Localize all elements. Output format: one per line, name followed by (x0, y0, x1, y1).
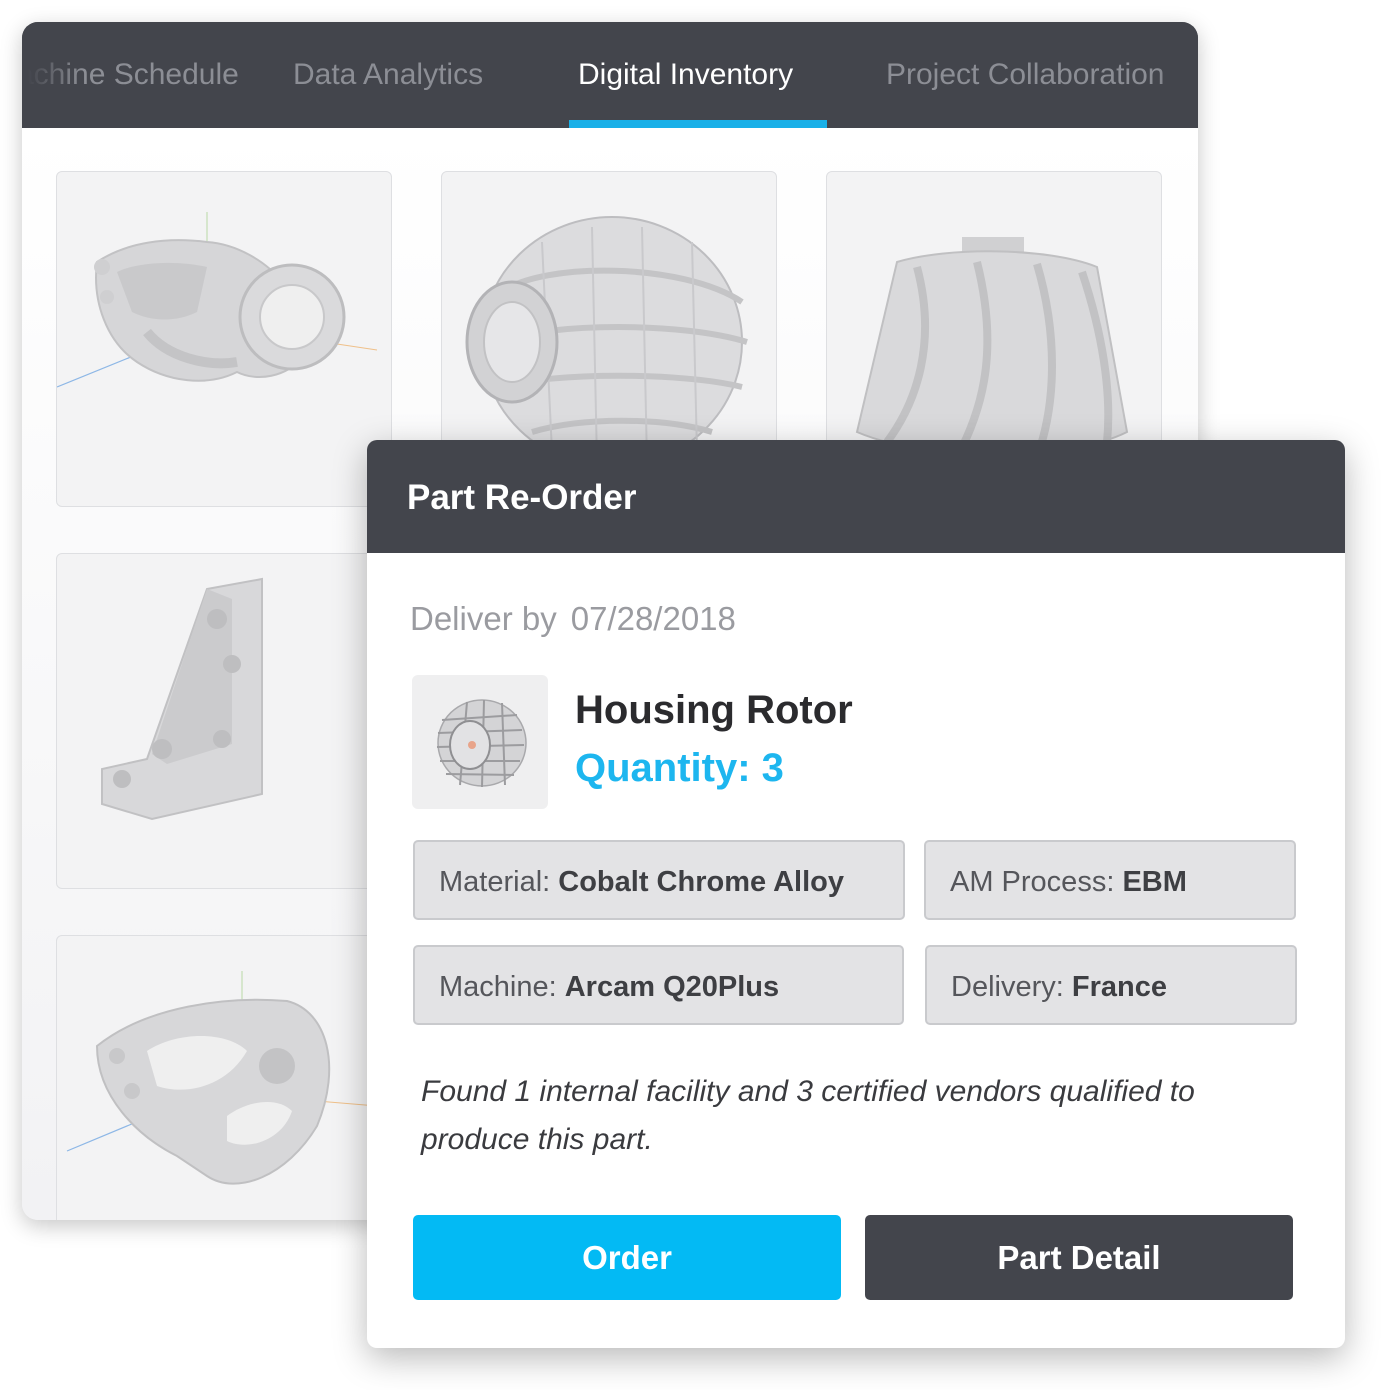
delivery-label: Delivery: (951, 971, 1064, 1003)
deliver-by-label: Deliver by (410, 600, 557, 637)
tab-bar: Machine Schedule Data Analytics Digital … (22, 22, 1198, 128)
housing-rotor-icon (436, 699, 527, 788)
material-spec: Material: Cobalt Chrome Alloy (413, 840, 905, 920)
machine-label: Machine: (439, 971, 557, 1003)
vendor-availability-note: Found 1 internal facility and 3 certifie… (421, 1075, 1195, 1156)
part-thumbnail (412, 675, 548, 809)
process-label: AM Process: (950, 866, 1115, 898)
tab-data-analytics[interactable]: Data Analytics (293, 56, 483, 94)
tab-project-collaboration[interactable]: Project Collaboration (886, 56, 1164, 94)
delivery-spec: Delivery: France (925, 945, 1297, 1025)
material-label: Material: (439, 866, 551, 898)
process-spec: AM Process: EBM (924, 840, 1296, 920)
material-value: Cobalt Chrome Alloy (558, 866, 844, 898)
delivery-date-row: Deliver by 07/28/2018 (410, 599, 736, 639)
mount-bracket-part-icon (101, 577, 263, 821)
part-reorder-dialog: Part Re-Order Deliver by 07/28/2018 Housi… (367, 440, 1345, 1348)
part-card[interactable] (56, 935, 392, 1220)
part-name: Housing Rotor (575, 688, 853, 732)
machine-spec: Machine: Arcam Q20Plus (413, 945, 904, 1025)
deliver-date: 07/28/2018 (570, 600, 736, 637)
order-button[interactable]: Order (413, 1215, 841, 1300)
housing-part-icon (66, 971, 378, 1185)
part-card[interactable] (56, 553, 392, 889)
part-detail-button[interactable]: Part Detail (865, 1215, 1293, 1300)
bracket-part-icon (57, 212, 378, 388)
tab-fade-right (1158, 22, 1198, 128)
tab-digital-inventory[interactable]: Digital Inventory (578, 56, 793, 94)
part-card[interactable] (56, 171, 392, 507)
machine-value: Arcam Q20Plus (564, 971, 780, 1003)
dialog-header: Part Re-Order (367, 440, 1345, 553)
part-quantity: Quantity: 3 (575, 746, 784, 790)
active-tab-indicator (569, 120, 827, 128)
tab-fade-left (22, 22, 82, 128)
dialog-title: Part Re-Order (407, 478, 637, 517)
process-value: EBM (1122, 866, 1187, 898)
delivery-value: France (1071, 971, 1167, 1003)
